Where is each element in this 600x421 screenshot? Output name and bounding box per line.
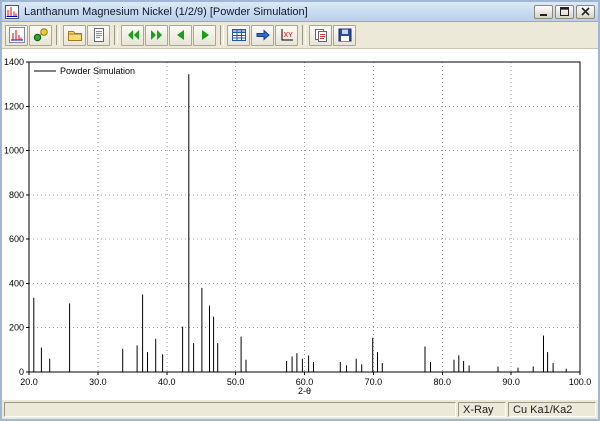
open-icon bbox=[67, 27, 83, 43]
svg-text:800: 800 bbox=[9, 190, 24, 200]
toolbar-button-powder-pattern[interactable] bbox=[5, 24, 28, 46]
toolbar-button-save[interactable] bbox=[333, 24, 356, 46]
toolbar: XY bbox=[2, 22, 598, 49]
svg-text:90.0: 90.0 bbox=[502, 377, 520, 387]
titlebar[interactable]: Lanthanum Magnesium Nickel (1/2/9) [Powd… bbox=[2, 2, 598, 22]
svg-text:40.0: 40.0 bbox=[158, 377, 176, 387]
next-record-icon bbox=[197, 27, 213, 43]
svg-text:400: 400 bbox=[9, 278, 24, 288]
svg-text:50.0: 50.0 bbox=[227, 377, 245, 387]
toolbar-button-structure-picture[interactable] bbox=[29, 24, 52, 46]
status-radiation: X-Ray bbox=[458, 402, 506, 417]
save-icon bbox=[337, 27, 353, 43]
toolbar-separator bbox=[56, 25, 60, 45]
window-controls bbox=[534, 4, 595, 19]
window-title: Lanthanum Magnesium Nickel (1/2/9) [Powd… bbox=[24, 5, 308, 18]
svg-text:XY: XY bbox=[283, 32, 293, 39]
close-button[interactable] bbox=[576, 4, 595, 19]
statusbar: X-Ray Cu Ka1/Ka2 bbox=[2, 399, 598, 419]
status-wavelength: Cu Ka1/Ka2 bbox=[508, 402, 596, 417]
powder-pattern-icon bbox=[8, 27, 25, 43]
svg-text:Powder Simulation: Powder Simulation bbox=[60, 66, 135, 76]
profile-arrow-icon bbox=[255, 27, 271, 43]
svg-text:80.0: 80.0 bbox=[434, 377, 452, 387]
chart-area: Powder Simulation 20.0 30.0 40.0 50.0 60.0 70.… bbox=[2, 49, 598, 399]
svg-text:1200: 1200 bbox=[4, 101, 24, 111]
svg-text:1000: 1000 bbox=[4, 146, 24, 156]
minimize-button[interactable] bbox=[534, 4, 553, 19]
status-message bbox=[4, 402, 456, 417]
last-record-icon bbox=[149, 27, 165, 43]
copy-icon bbox=[313, 27, 329, 43]
toolbar-button-xy-data[interactable]: XY bbox=[275, 24, 298, 46]
svg-text:70.0: 70.0 bbox=[365, 377, 383, 387]
toolbar-button-profile-arrow[interactable] bbox=[251, 24, 274, 46]
toolbar-button-previous-record[interactable] bbox=[169, 24, 192, 46]
previous-record-icon bbox=[173, 27, 189, 43]
svg-text:600: 600 bbox=[9, 234, 24, 244]
app-window: Lanthanum Magnesium Nickel (1/2/9) [Powd… bbox=[0, 0, 600, 421]
report-icon bbox=[91, 27, 107, 43]
toolbar-button-open[interactable] bbox=[63, 24, 86, 46]
svg-text:0: 0 bbox=[19, 367, 24, 377]
svg-text:20.0: 20.0 bbox=[20, 377, 38, 387]
svg-text:1400: 1400 bbox=[4, 57, 24, 67]
svg-text:2-θ: 2-θ bbox=[298, 386, 311, 396]
toolbar-button-data-table[interactable] bbox=[227, 24, 250, 46]
toolbar-separator bbox=[220, 25, 224, 45]
first-record-icon bbox=[125, 27, 141, 43]
toolbar-separator bbox=[114, 25, 118, 45]
toolbar-button-copy[interactable] bbox=[309, 24, 332, 46]
svg-text:100.0: 100.0 bbox=[569, 377, 592, 387]
toolbar-button-first-record[interactable] bbox=[121, 24, 144, 46]
svg-text:30.0: 30.0 bbox=[89, 377, 107, 387]
maximize-button[interactable] bbox=[555, 4, 574, 19]
toolbar-button-next-record[interactable] bbox=[193, 24, 216, 46]
xy-data-icon: XY bbox=[279, 27, 295, 43]
svg-text:200: 200 bbox=[9, 323, 24, 333]
toolbar-button-last-record[interactable] bbox=[145, 24, 168, 46]
app-icon bbox=[5, 4, 20, 19]
toolbar-separator bbox=[302, 25, 306, 45]
structure-picture-icon bbox=[33, 27, 49, 43]
data-table-icon bbox=[231, 27, 247, 43]
toolbar-button-report[interactable] bbox=[87, 24, 110, 46]
powder-pattern-chart: Powder Simulation20.0 30.0 40.0 50.0 60.0 70.… bbox=[4, 57, 592, 396]
